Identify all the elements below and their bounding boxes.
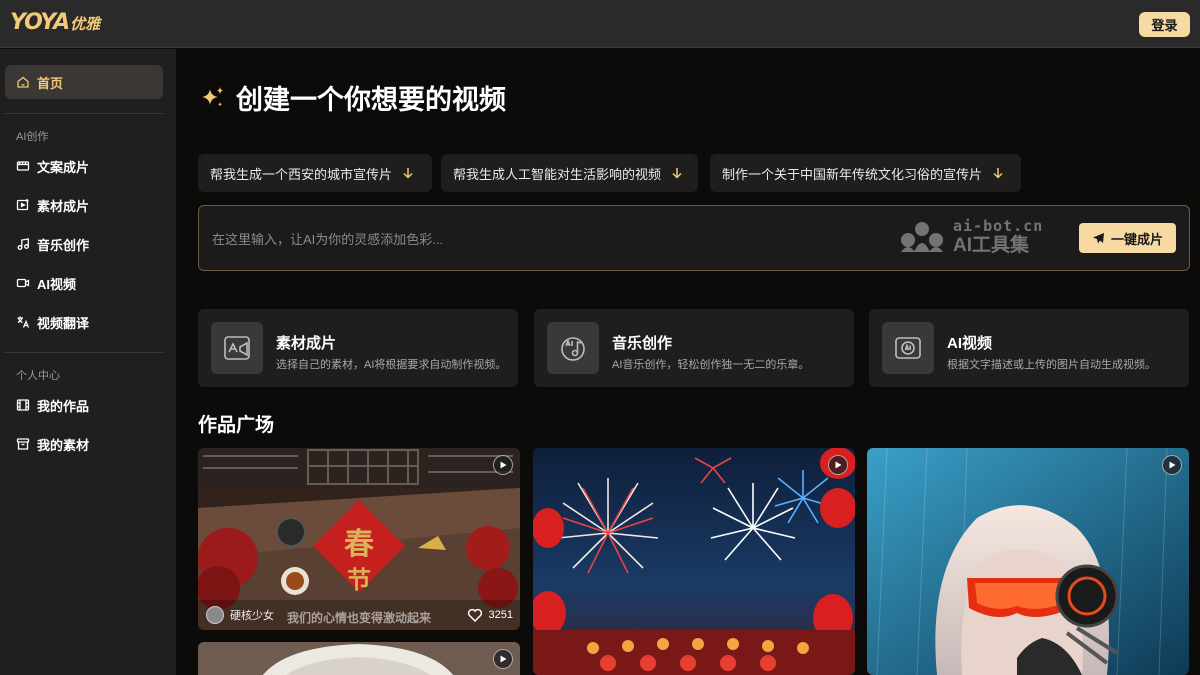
sidebar-item-home[interactable]: 首页 — [5, 65, 163, 99]
play-icon — [835, 461, 842, 469]
gallery-thumbnail — [867, 448, 1189, 675]
play-icon — [1169, 461, 1176, 469]
sidebar-item-label: 我的素材 — [37, 437, 90, 453]
send-icon — [1092, 232, 1104, 243]
gallery-thumbnail — [533, 448, 855, 675]
feature-title: AI视频 — [947, 335, 993, 352]
sidebar-item-label: 视频翻译 — [37, 315, 90, 331]
prompt-box: ai-bot.cn AI工具集 一键成片 — [198, 205, 1190, 271]
arrow-down-icon — [672, 168, 682, 179]
archive-box-icon — [16, 437, 30, 451]
author-name[interactable]: 硬核少女 — [230, 607, 274, 623]
prompt-input[interactable] — [212, 228, 812, 250]
ai-bot-logo-icon — [901, 222, 943, 252]
sidebar-item-label: 音乐创作 — [37, 237, 90, 253]
sidebar-item-label: 文案成片 — [37, 159, 90, 175]
sparkle-icon — [202, 86, 223, 106]
play-button[interactable] — [493, 649, 513, 669]
watermark-name: AI工具集 — [953, 235, 1030, 256]
script-film-icon — [16, 159, 30, 173]
svg-text:节: 节 — [347, 565, 371, 594]
svg-text:春: 春 — [344, 527, 374, 562]
feature-card-ai-video[interactable]: AI视频 根据文字描述或上传的图片自动生成视频。 — [869, 309, 1189, 387]
translate-icon — [16, 315, 30, 329]
play-icon — [500, 655, 507, 663]
sidebar-item-script-film[interactable]: 文案成片 — [5, 149, 163, 183]
music-note-icon — [16, 237, 30, 251]
sidebar-item-my-materials[interactable]: 我的素材 — [5, 427, 163, 461]
sidebar-item-translate[interactable]: 视频翻译 — [5, 305, 163, 339]
logo-text: YOYA — [10, 10, 70, 35]
suggestion-chip-xian[interactable]: 帮我生成一个西安的城市宣传片 — [198, 154, 432, 192]
sidebar-item-label: 我的作品 — [37, 398, 90, 414]
sidebar-item-label: 首页 — [37, 75, 64, 91]
feature-title: 素材成片 — [276, 335, 337, 352]
sidebar-divider — [5, 352, 163, 353]
sidebar: 首页 AI创作 文案成片 素材成片 音乐创作 AI视频 视频翻译 个人中心 我的… — [0, 49, 176, 675]
sidebar-divider — [5, 113, 163, 114]
arrow-down-icon — [403, 168, 413, 179]
play-button[interactable] — [1162, 455, 1182, 475]
sidebar-item-music[interactable]: 音乐创作 — [5, 227, 163, 261]
section-label-ai: AI创作 — [16, 131, 49, 143]
play-icon — [500, 461, 507, 469]
watermark: ai-bot.cn AI工具集 — [897, 219, 1043, 255]
video-camera-icon — [16, 276, 30, 290]
play-button[interactable] — [828, 455, 848, 475]
gallery-title: 作品广场 — [198, 415, 275, 436]
sidebar-item-label: AI视频 — [37, 276, 77, 292]
gallery-card[interactable] — [533, 448, 855, 675]
generate-button[interactable]: 一键成片 — [1079, 223, 1176, 253]
top-bar: YOYA 优雅 登录 — [0, 0, 1200, 48]
main-content: 创建一个你想要的视频 帮我生成一个西安的城市宣传片 帮我生成人工智能对生活影响的… — [176, 49, 1200, 675]
material-film-icon — [16, 198, 30, 212]
feature-title: 音乐创作 — [612, 335, 673, 352]
feature-desc: 根据文字描述或上传的图片自动生成视频。 — [947, 359, 1156, 371]
generate-label: 一键成片 — [1110, 231, 1163, 247]
feature-desc: AI音乐创作，轻松创作独一无二的乐章。 — [612, 359, 810, 371]
ai-material-icon — [211, 322, 263, 374]
page-title: 创建一个你想要的视频 — [236, 85, 506, 115]
play-button[interactable] — [493, 455, 513, 475]
heart-icon — [467, 608, 482, 623]
sidebar-item-ai-video[interactable]: AI视频 — [5, 266, 163, 300]
login-button[interactable]: 登录 — [1139, 12, 1190, 37]
gallery-card[interactable]: 春 节 硬核少女 我们的心情也变得激动起来 3251 — [198, 448, 520, 630]
suggestion-text: 帮我生成人工智能对生活影响的视频 — [453, 166, 662, 182]
gallery-card[interactable] — [867, 448, 1189, 675]
sidebar-item-my-works[interactable]: 我的作品 — [5, 388, 163, 422]
film-strip-icon — [16, 398, 30, 412]
feature-card-music[interactable]: 音乐创作 AI音乐创作，轻松创作独一无二的乐章。 — [534, 309, 854, 387]
like-number: 3251 — [488, 609, 513, 621]
headline: 创建一个你想要的视频 — [200, 78, 506, 117]
gallery-card[interactable] — [198, 642, 520, 675]
section-label-personal: 个人中心 — [16, 370, 60, 382]
watermark-url: ai-bot.cn — [953, 217, 1044, 235]
gallery-thumbnail — [198, 642, 520, 675]
sidebar-item-material-film[interactable]: 素材成片 — [5, 188, 163, 222]
avatar[interactable] — [206, 606, 224, 624]
like-count[interactable]: 3251 — [467, 607, 513, 623]
suggestion-text: 帮我生成一个西安的城市宣传片 — [210, 166, 393, 182]
feature-card-material[interactable]: 素材成片 选择自己的素材，AI将根据要求自动制作视频。 — [198, 309, 518, 387]
sidebar-item-label: 素材成片 — [37, 198, 90, 214]
suggestion-chip-new-year[interactable]: 制作一个关于中国新年传统文化习俗的宣传片 — [710, 154, 1021, 192]
video-caption: 我们的心情也变得激动起来 — [287, 611, 432, 625]
yoya-logo[interactable]: YOYA 优雅 — [10, 10, 100, 35]
ai-video-icon — [882, 322, 934, 374]
suggestion-text: 制作一个关于中国新年传统文化习俗的宣传片 — [722, 166, 983, 182]
feature-desc: 选择自己的素材，AI将根据要求自动制作视频。 — [276, 359, 507, 371]
logo-cn-text: 优雅 — [70, 16, 101, 33]
arrow-down-icon — [993, 168, 1003, 179]
suggestion-chip-ai-life[interactable]: 帮我生成人工智能对生活影响的视频 — [441, 154, 698, 192]
ai-music-icon — [547, 322, 599, 374]
home-icon — [16, 75, 30, 89]
